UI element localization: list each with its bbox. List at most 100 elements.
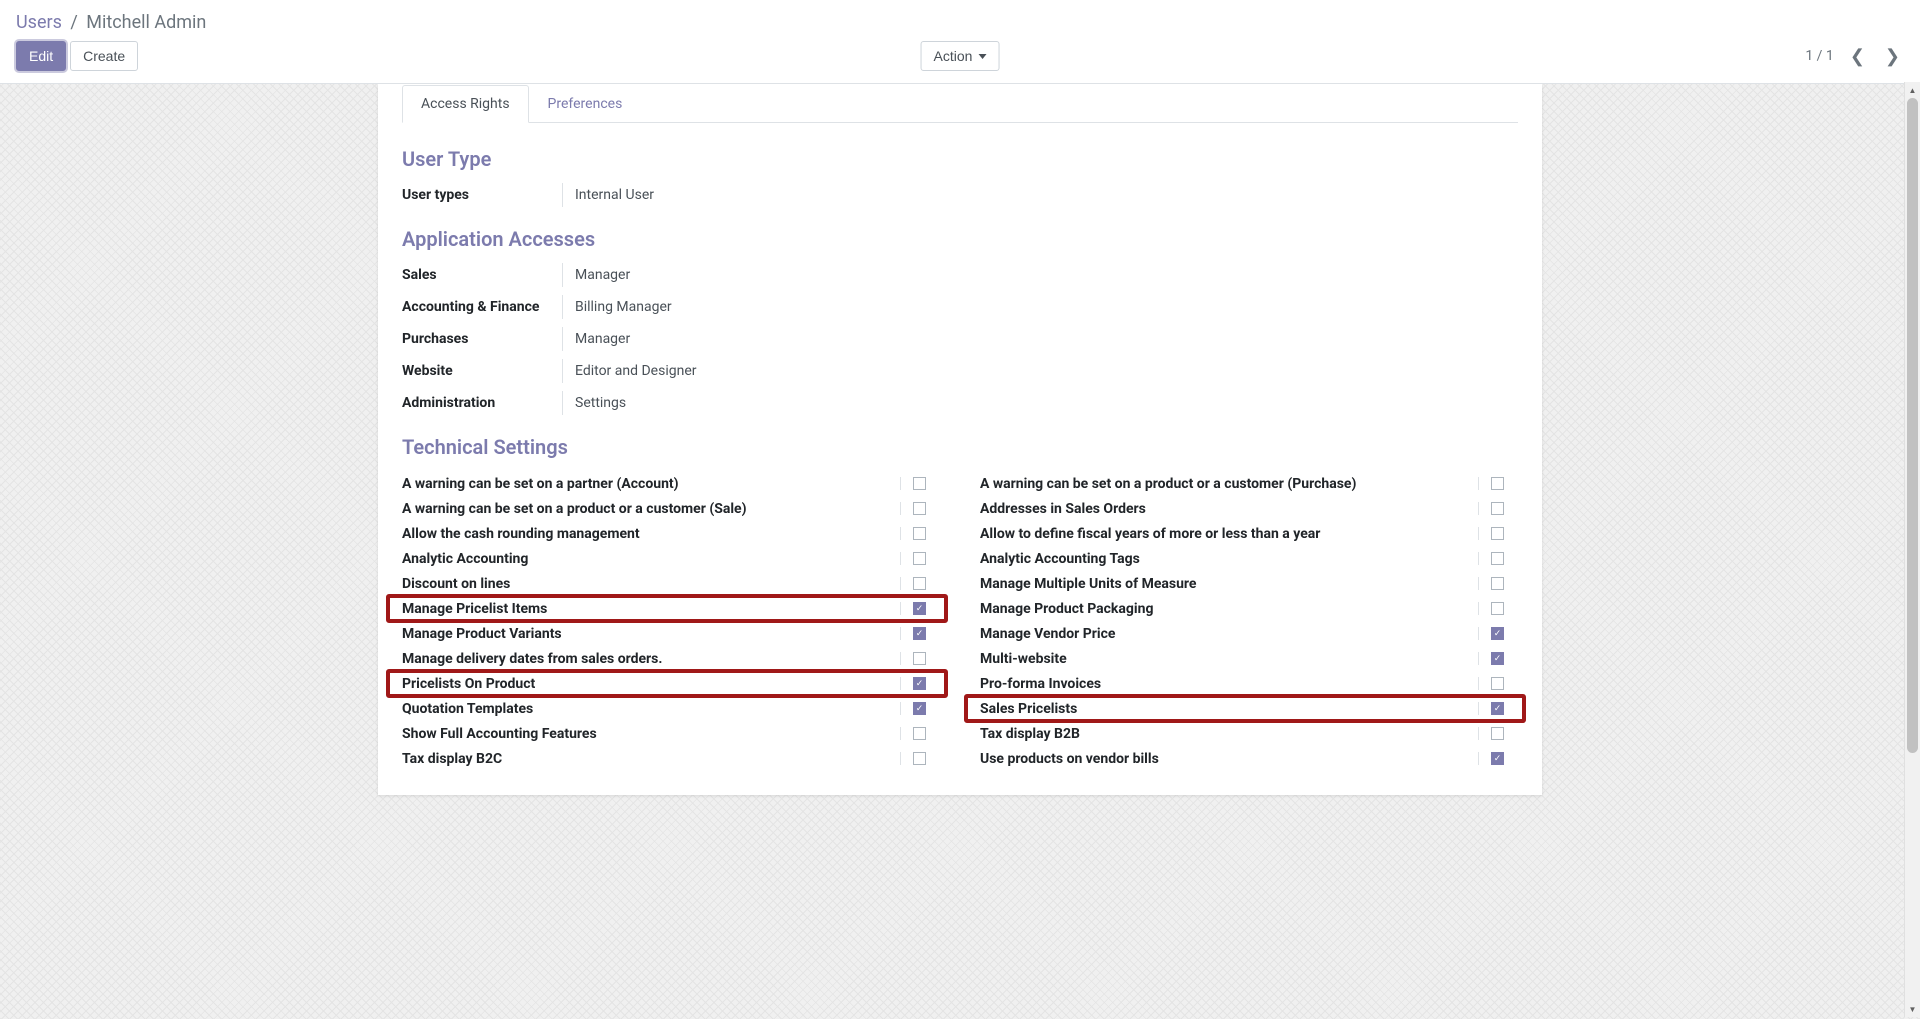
tech-setting-row: Sales Pricelists ✓ bbox=[980, 696, 1518, 721]
breadcrumb-current: Mitchell Admin bbox=[86, 12, 206, 33]
tech-setting-checkbox[interactable] bbox=[1491, 577, 1504, 590]
tech-setting-checkbox[interactable]: ✓ bbox=[1491, 652, 1504, 665]
tech-setting-checkbox[interactable]: ✓ bbox=[913, 677, 926, 690]
tech-setting-row: Manage Pricelist Items ✓ bbox=[402, 596, 940, 621]
tech-setting-row: Pricelists On Product ✓ bbox=[402, 671, 940, 696]
tech-setting-row: Manage Product Variants ✓ bbox=[402, 621, 940, 646]
tech-setting-row: Tax display B2C bbox=[402, 746, 940, 771]
tech-setting-row: Manage delivery dates from sales orders. bbox=[402, 646, 940, 671]
tech-setting-checkbox[interactable]: ✓ bbox=[913, 602, 926, 615]
tech-setting-row: Addresses in Sales Orders bbox=[980, 496, 1518, 521]
app-access-value: Manager bbox=[562, 327, 1518, 351]
tech-setting-checkbox[interactable] bbox=[913, 527, 926, 540]
tech-setting-checkbox[interactable]: ✓ bbox=[913, 702, 926, 715]
app-access-value: Editor and Designer bbox=[562, 359, 1518, 383]
tech-setting-label: Addresses in Sales Orders bbox=[980, 501, 1478, 517]
pager-text: 1 / 1 bbox=[1805, 48, 1833, 64]
section-technical-settings: Technical Settings bbox=[402, 435, 1518, 459]
tab-access-rights[interactable]: Access Rights bbox=[402, 85, 529, 123]
tech-setting-label: Manage Multiple Units of Measure bbox=[980, 576, 1478, 592]
tech-setting-checkbox[interactable] bbox=[1491, 727, 1504, 740]
tech-setting-label: Manage Pricelist Items bbox=[402, 601, 900, 617]
tab-preferences[interactable]: Preferences bbox=[529, 85, 642, 123]
tech-setting-label: Pricelists On Product bbox=[402, 676, 900, 692]
tech-setting-checkbox[interactable]: ✓ bbox=[1491, 627, 1504, 640]
tech-setting-row: Manage Product Packaging bbox=[980, 596, 1518, 621]
tech-setting-label: Manage Product Packaging bbox=[980, 601, 1478, 617]
tech-setting-label: Allow the cash rounding management bbox=[402, 526, 900, 542]
tech-setting-label: A warning can be set on a product or a c… bbox=[402, 501, 900, 517]
tech-setting-checkbox[interactable] bbox=[913, 752, 926, 765]
app-access-value: Billing Manager bbox=[562, 295, 1518, 319]
scroll-up-arrow[interactable]: ▲ bbox=[1905, 82, 1920, 98]
tech-setting-row: Discount on lines bbox=[402, 571, 940, 596]
tech-setting-row: Manage Multiple Units of Measure bbox=[980, 571, 1518, 596]
scroll-down-arrow[interactable]: ▼ bbox=[1905, 1001, 1920, 1017]
app-access-label: Accounting & Finance bbox=[402, 295, 562, 319]
tech-setting-label: Tax display B2C bbox=[402, 751, 900, 767]
tech-setting-row: Allow to define fiscal years of more or … bbox=[980, 521, 1518, 546]
tech-setting-checkbox[interactable] bbox=[1491, 502, 1504, 515]
tech-setting-row: Quotation Templates ✓ bbox=[402, 696, 940, 721]
app-access-label: Purchases bbox=[402, 327, 562, 351]
tech-setting-checkbox[interactable]: ✓ bbox=[1491, 702, 1504, 715]
tech-setting-label: Sales Pricelists bbox=[980, 701, 1478, 717]
tech-setting-checkbox[interactable] bbox=[913, 577, 926, 590]
pager-next[interactable]: ❯ bbox=[1881, 46, 1904, 67]
tech-setting-row: Show Full Accounting Features bbox=[402, 721, 940, 746]
app-access-label: Sales bbox=[402, 263, 562, 287]
tech-setting-label: Pro-forma Invoices bbox=[980, 676, 1478, 692]
tech-setting-row: Manage Vendor Price ✓ bbox=[980, 621, 1518, 646]
app-access-value: Settings bbox=[562, 391, 1518, 415]
vertical-scrollbar[interactable]: ▲ ▼ bbox=[1904, 82, 1920, 1017]
tech-setting-label: Quotation Templates bbox=[402, 701, 900, 717]
tech-setting-label: Manage delivery dates from sales orders. bbox=[402, 651, 900, 667]
tech-setting-label: Show Full Accounting Features bbox=[402, 726, 900, 742]
tech-setting-row: A warning can be set on a product or a c… bbox=[402, 496, 940, 521]
tech-setting-label: A warning can be set on a partner (Accou… bbox=[402, 476, 900, 492]
tech-setting-row: Allow the cash rounding management bbox=[402, 521, 940, 546]
action-dropdown[interactable]: Action bbox=[921, 41, 1000, 71]
tech-setting-label: Multi-website bbox=[980, 651, 1478, 667]
scrollbar-thumb[interactable] bbox=[1907, 98, 1918, 753]
app-access-label: Website bbox=[402, 359, 562, 383]
tech-setting-label: Analytic Accounting bbox=[402, 551, 900, 567]
app-access-label: Administration bbox=[402, 391, 562, 415]
breadcrumb-users-link[interactable]: Users bbox=[16, 12, 62, 33]
tech-setting-label: Tax display B2B bbox=[980, 726, 1478, 742]
tech-setting-checkbox[interactable] bbox=[913, 502, 926, 515]
tech-setting-label: A warning can be set on a product or a c… bbox=[980, 476, 1478, 492]
tech-setting-checkbox[interactable] bbox=[1491, 477, 1504, 490]
breadcrumb-separator: / bbox=[70, 12, 77, 33]
tech-setting-checkbox[interactable] bbox=[913, 727, 926, 740]
tech-setting-checkbox[interactable] bbox=[913, 477, 926, 490]
tech-setting-label: Manage Product Variants bbox=[402, 626, 900, 642]
tech-setting-row: Multi-website ✓ bbox=[980, 646, 1518, 671]
section-app-accesses: Application Accesses bbox=[402, 227, 1518, 251]
tech-setting-row: Pro-forma Invoices bbox=[980, 671, 1518, 696]
tech-setting-label: Analytic Accounting Tags bbox=[980, 551, 1478, 567]
tech-setting-checkbox[interactable] bbox=[1491, 677, 1504, 690]
user-types-value: Internal User bbox=[562, 183, 1518, 207]
action-label: Action bbox=[934, 48, 973, 64]
breadcrumb: Users / Mitchell Admin bbox=[16, 0, 1904, 41]
form-sheet: Access Rights Preferences User Type User… bbox=[378, 84, 1542, 795]
create-button[interactable]: Create bbox=[70, 41, 138, 71]
tech-setting-checkbox[interactable] bbox=[1491, 527, 1504, 540]
tech-setting-checkbox[interactable]: ✓ bbox=[1491, 752, 1504, 765]
tech-setting-checkbox[interactable] bbox=[1491, 602, 1504, 615]
tech-setting-row: A warning can be set on a product or a c… bbox=[980, 471, 1518, 496]
app-access-value: Manager bbox=[562, 263, 1518, 287]
tech-setting-label: Use products on vendor bills bbox=[980, 751, 1478, 767]
tech-setting-checkbox[interactable] bbox=[1491, 552, 1504, 565]
tech-setting-label: Manage Vendor Price bbox=[980, 626, 1478, 642]
tech-setting-checkbox[interactable] bbox=[913, 652, 926, 665]
edit-button[interactable]: Edit bbox=[16, 41, 66, 71]
tech-setting-label: Allow to define fiscal years of more or … bbox=[980, 526, 1478, 542]
tech-setting-row: Use products on vendor bills ✓ bbox=[980, 746, 1518, 771]
section-user-type: User Type bbox=[402, 147, 1518, 171]
tech-setting-row: Analytic Accounting bbox=[402, 546, 940, 571]
pager-prev[interactable]: ❮ bbox=[1846, 46, 1869, 67]
tech-setting-checkbox[interactable]: ✓ bbox=[913, 627, 926, 640]
tech-setting-checkbox[interactable] bbox=[913, 552, 926, 565]
